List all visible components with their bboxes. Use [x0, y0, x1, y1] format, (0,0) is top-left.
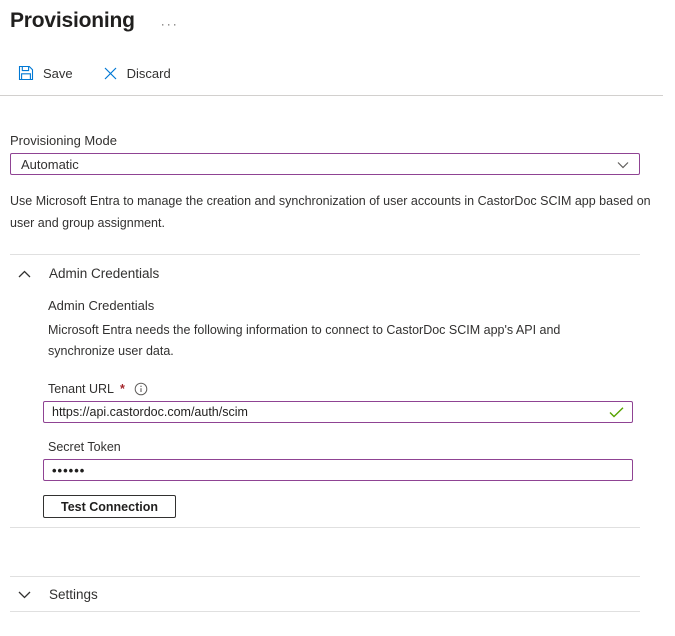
tenant-url-field: [43, 401, 633, 423]
provisioning-mode-description: Use Microsoft Entra to manage the creati…: [10, 190, 658, 234]
save-icon: [18, 65, 34, 81]
settings-section-bottom-divider: [10, 611, 640, 612]
secret-token-label: Secret Token: [48, 440, 121, 454]
provisioning-page: Provisioning ··· Save Discard: [0, 0, 675, 612]
secret-token-input[interactable]: [52, 463, 624, 478]
page-title: Provisioning: [10, 9, 135, 33]
settings-section-header[interactable]: Settings: [0, 577, 675, 611]
required-marker: *: [120, 382, 125, 396]
secret-token-field: [43, 459, 633, 481]
green-checkmark-icon: [609, 407, 624, 418]
chevron-down-icon: [617, 157, 629, 172]
tenant-url-input[interactable]: [52, 405, 603, 419]
discard-button-label: Discard: [127, 66, 171, 81]
admin-credentials-description: Microsoft Entra needs the following info…: [48, 320, 630, 362]
settings-section-title: Settings: [49, 587, 98, 602]
provisioning-mode-label: Provisioning Mode: [10, 133, 675, 148]
command-bar: Save Discard: [18, 62, 675, 84]
admin-credentials-section-title: Admin Credentials: [49, 266, 159, 281]
provisioning-mode-value: Automatic: [21, 157, 79, 172]
admin-credentials-section-header[interactable]: Admin Credentials: [0, 255, 675, 289]
chevron-down-icon: [18, 591, 31, 599]
ellipsis-icon: ···: [161, 17, 179, 31]
x-icon: [103, 66, 118, 81]
save-button-label: Save: [43, 66, 73, 81]
tenant-url-label-row: Tenant URL *: [48, 382, 675, 396]
discard-button[interactable]: Discard: [103, 66, 171, 81]
provisioning-mode-dropdown[interactable]: Automatic: [10, 153, 640, 175]
admin-section-bottom-divider: [10, 527, 640, 528]
save-button[interactable]: Save: [18, 65, 73, 81]
tenant-url-label: Tenant URL: [48, 382, 114, 396]
secret-token-label-row: Secret Token: [48, 440, 675, 454]
more-options-button[interactable]: ···: [161, 19, 179, 29]
page-header: Provisioning ···: [0, 0, 675, 33]
chevron-up-icon: [18, 270, 31, 278]
test-connection-button[interactable]: Test Connection: [43, 495, 176, 518]
toolbar-divider: [0, 95, 663, 96]
admin-credentials-content: Admin Credentials Microsoft Entra needs …: [0, 298, 675, 518]
admin-credentials-heading: Admin Credentials: [48, 298, 675, 313]
info-circle-icon[interactable]: [134, 382, 148, 396]
